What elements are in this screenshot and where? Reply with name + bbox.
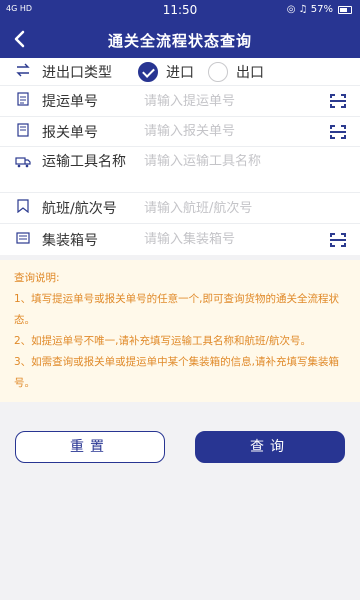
query-form: 进出口类型 进口 出口 提运单号 报关单号 <box>0 58 360 255</box>
battery-icon <box>338 5 352 14</box>
notice-title: 查询说明: <box>14 272 60 284</box>
container-label: 集装箱号 <box>42 232 98 249</box>
scan-icon[interactable] <box>330 94 348 108</box>
transport-name-label: 运输工具名称 <box>42 154 126 170</box>
declaration-no-label: 报关单号 <box>42 124 98 141</box>
scan-icon[interactable] <box>330 232 348 247</box>
radio-checked-icon <box>138 61 158 82</box>
voyage-input[interactable] <box>144 200 348 216</box>
form-icon <box>12 122 34 141</box>
container-icon <box>12 231 34 248</box>
radio-import[interactable]: 进口 <box>138 61 194 82</box>
container-row: 集装箱号 <box>0 224 360 255</box>
scan-icon[interactable] <box>330 124 348 139</box>
bill-no-label: 提运单号 <box>42 94 98 110</box>
status-icons-text: ◎ ♫ 57% <box>286 4 333 15</box>
query-button[interactable]: 查询 <box>195 431 345 463</box>
page-title: 通关全流程状态查询 <box>107 32 252 50</box>
document-icon <box>12 92 34 110</box>
container-input[interactable] <box>144 232 330 247</box>
bill-no-input[interactable] <box>144 93 330 109</box>
voyage-label: 航班/航次号 <box>42 201 117 217</box>
swap-icon <box>12 63 34 81</box>
type-row: 进出口类型 进口 出口 <box>0 58 360 86</box>
status-bar: 4G HD 11:50 ◎ ♫ 57% <box>0 0 360 22</box>
query-notice: 查询说明: 1、填写提运单号或报关单号的任意一个,即可查询货物的通关全流程状态。… <box>0 260 360 402</box>
type-label: 进出口类型 <box>42 64 112 81</box>
radio-export-label: 出口 <box>236 64 264 81</box>
transport-name-row: 运输工具名称 <box>0 147 360 193</box>
notice-item-1: 1、填写提运单号或报关单号的任意一个,即可查询货物的通关全流程状态。 <box>14 293 340 326</box>
notice-item-2: 2、如提运单号不唯一,请补充填写运输工具名称和航班/航次号。 <box>14 335 312 347</box>
radio-unchecked-icon <box>208 61 228 82</box>
voyage-row: 航班/航次号 <box>0 193 360 224</box>
truck-icon <box>12 154 34 172</box>
radio-export[interactable]: 出口 <box>208 61 264 82</box>
nav-bar: 通关全流程状态查询 <box>0 22 360 58</box>
radio-import-label: 进口 <box>166 64 194 81</box>
bill-no-row: 提运单号 <box>0 86 360 117</box>
transport-name-input[interactable] <box>144 154 348 169</box>
status-right-icons: ◎ ♫ 57% <box>287 4 352 15</box>
bookmark-icon <box>12 199 34 217</box>
reset-button[interactable]: 重置 <box>15 431 165 463</box>
declaration-no-row: 报关单号 <box>0 117 360 147</box>
declaration-no-input[interactable] <box>144 124 330 139</box>
type-radio-group: 进口 出口 <box>138 61 264 82</box>
notice-item-3: 3、如需查询或报关单或提运单中某个集装箱的信息,请补充填写集装箱号。 <box>14 356 340 389</box>
